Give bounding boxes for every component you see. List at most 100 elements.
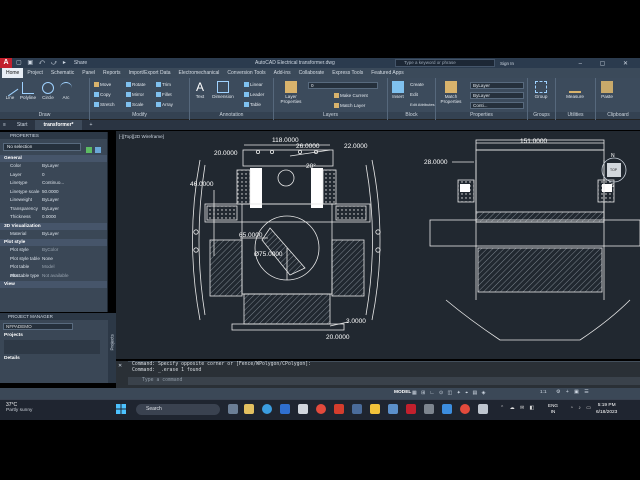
autocad-taskbar-icon[interactable] [406, 404, 416, 414]
edit-attributes-button[interactable]: Edit Attributes [410, 102, 435, 107]
app-icon-blue[interactable] [352, 404, 362, 414]
tab-featured-apps[interactable]: Featured Apps [367, 68, 408, 78]
scale-button[interactable]: Scale [126, 102, 144, 107]
window-controls[interactable]: – ▢ ✕ [579, 60, 636, 67]
tab-home[interactable]: Home [2, 68, 24, 78]
rotate-button[interactable]: Rotate [126, 82, 146, 87]
app-icon-teal[interactable] [442, 404, 452, 414]
tab-express-tools[interactable]: Express Tools [328, 68, 367, 78]
annotation-scale[interactable]: 1:1 [540, 390, 547, 395]
app-icon-grey[interactable] [424, 404, 434, 414]
chrome-icon-2[interactable] [460, 404, 470, 414]
store-icon[interactable] [280, 404, 290, 414]
viewcube-north[interactable]: N [611, 153, 615, 159]
lineweight-dropdown[interactable]: ByLayer [470, 92, 524, 99]
polyline-button[interactable]: Polyline [18, 82, 38, 100]
app-icon-yellow[interactable] [370, 404, 380, 414]
app-icon[interactable] [298, 404, 308, 414]
create-block-button[interactable]: Create [410, 82, 424, 87]
linetype-dropdown[interactable]: Conti... [470, 102, 524, 109]
section-3d-visualization[interactable]: 3D Visualization [0, 222, 107, 230]
copy-button[interactable]: Copy [94, 92, 111, 97]
quick-access-toolbar[interactable]: ▢ ▣ ⤺ ⤻ ▸ [16, 59, 68, 67]
file-tab-transformer[interactable]: transformer* [35, 120, 82, 130]
network-volume-icons[interactable]: ◔ ♪ ▭ [570, 405, 593, 411]
fillet-button[interactable]: Fillet [156, 92, 172, 97]
edge-icon[interactable] [262, 404, 272, 414]
property-row[interactable]: Linetype Continuo... [0, 179, 107, 188]
app-menu-icon[interactable]: ≡ [0, 120, 9, 130]
quick-select-icon[interactable] [86, 147, 92, 153]
app-icon-light[interactable] [478, 404, 488, 414]
model-space-button[interactable]: MODEL [394, 390, 411, 395]
arc-button[interactable]: Arc [60, 82, 72, 100]
new-tab-button[interactable]: + [82, 120, 101, 130]
trim-button[interactable]: Trim [156, 82, 171, 87]
windows-start-icon[interactable] [116, 404, 126, 414]
property-row[interactable]: Color ByLayer [0, 162, 107, 171]
tab-reports[interactable]: Reports [99, 68, 125, 78]
tab-schematic[interactable]: Schematic [47, 68, 78, 78]
edit-block-button[interactable]: Edit [410, 92, 418, 97]
tab-electromechanical[interactable]: Electromechanical [175, 68, 224, 78]
property-row[interactable]: Transparency ByLayer [0, 205, 107, 214]
property-row[interactable]: Thickness 0.0000 [0, 213, 107, 222]
tab-add-ins[interactable]: Add-ins [270, 68, 295, 78]
property-row[interactable]: Material ByLayer [0, 230, 107, 239]
match-properties-button[interactable]: Match Properties [438, 81, 464, 104]
match-layer-button[interactable]: Match Layer [334, 103, 365, 108]
tab-collaborate[interactable]: Collaborate [295, 68, 329, 78]
text-button[interactable]: A Text [194, 81, 206, 99]
section-view[interactable]: View [0, 281, 107, 288]
sign-in-button[interactable]: Sign In [500, 61, 514, 66]
app-icon-red[interactable] [334, 404, 344, 414]
projects-tree[interactable] [4, 340, 100, 354]
array-button[interactable]: Array [156, 102, 173, 107]
drawing-canvas[interactable]: 118.0000 20.0000 26.0000 22.0000 46.0000… [116, 131, 640, 359]
task-view-icon[interactable] [228, 404, 238, 414]
property-row[interactable]: Plot style ByColor [0, 246, 107, 255]
system-tray-icons[interactable]: ⌃ ☁ ✉ ◧ [500, 405, 536, 411]
group-button[interactable]: Group [530, 81, 552, 99]
command-input[interactable]: Type a command [128, 377, 640, 385]
project-side-tab[interactable]: Projects [108, 313, 116, 383]
help-search-input[interactable]: Type a keyword or phrase [395, 59, 495, 67]
color-dropdown[interactable]: ByLayer [470, 82, 524, 89]
move-button[interactable]: Move [94, 82, 111, 87]
chrome-icon[interactable] [316, 404, 326, 414]
tab-panel[interactable]: Panel [78, 68, 99, 78]
language-indicator[interactable]: ENG IN [548, 403, 558, 415]
project-dropdown[interactable]: NFPADEMO [3, 323, 73, 330]
autocad-logo[interactable]: A [0, 58, 12, 68]
share-button[interactable]: Share [74, 60, 87, 66]
section-plot-style[interactable]: Plot style [0, 239, 107, 246]
viewcube-top-label[interactable]: TOP [610, 168, 617, 172]
property-row[interactable]: Plot table type Not available [0, 272, 107, 281]
section-general[interactable]: General [0, 155, 107, 162]
status-toggle-icons[interactable]: ▦ ⊞ ∟ ⊙ ◫ ✦ ⌖ ▤ ◈ [412, 390, 487, 396]
line-button[interactable]: Line [1, 79, 19, 100]
property-row[interactable]: Plot style table None [0, 255, 107, 264]
selection-dropdown[interactable]: No selection [3, 143, 81, 151]
make-current-button[interactable]: Make Current [334, 93, 368, 98]
select-objects-icon[interactable] [95, 147, 101, 153]
viewport-controls[interactable]: [-][Top][2D Wireframe] [119, 134, 164, 139]
linear-dropdown[interactable]: Linear [244, 82, 263, 87]
app-icon-folder[interactable] [388, 404, 398, 414]
property-row[interactable]: Plot table attac... Model [0, 263, 107, 278]
layer-properties-button[interactable]: Layer Properties [278, 81, 304, 104]
table-button[interactable]: Table [244, 102, 261, 107]
insert-button[interactable]: Insert [391, 81, 405, 99]
leader-dropdown[interactable]: Leader [244, 92, 264, 97]
property-row[interactable]: Layer 0 [0, 171, 107, 180]
property-row[interactable]: Lineweight ByLayer [0, 196, 107, 205]
circle-button[interactable]: Circle [40, 82, 56, 100]
command-close-icon[interactable]: ✕ [116, 361, 128, 388]
property-row[interactable]: Linetype scale 50.0000 [0, 188, 107, 197]
paste-button[interactable]: Paste [600, 81, 614, 99]
file-tab-start[interactable]: Start [9, 120, 36, 130]
taskbar-clock[interactable]: 5:19 PM 6/18/2023 [596, 402, 617, 416]
stretch-button[interactable]: Stretch [94, 102, 115, 107]
viewcube-south[interactable]: S [611, 183, 614, 189]
weather-widget[interactable]: 37°C Partly sunny [6, 402, 32, 413]
